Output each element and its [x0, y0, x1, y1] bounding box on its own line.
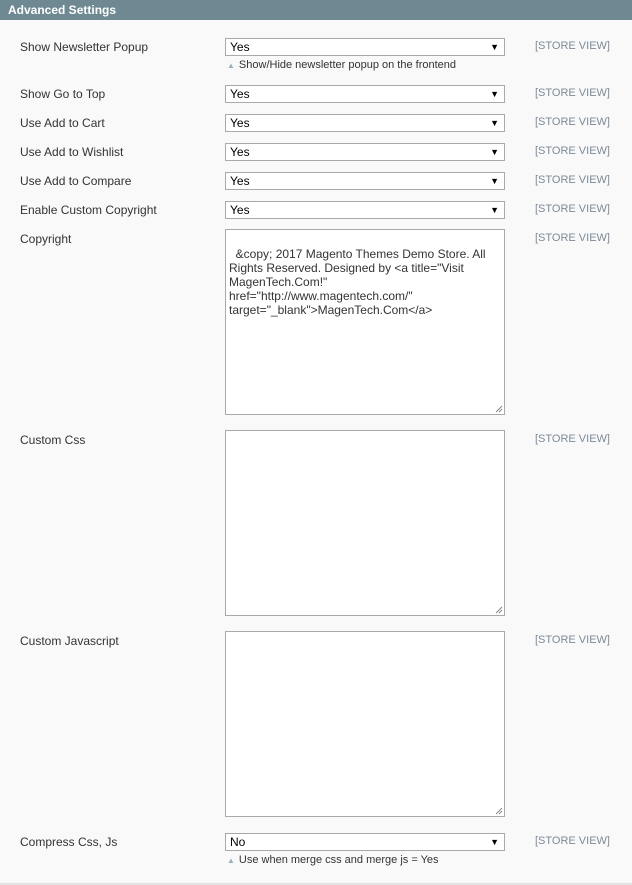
section-title: Advanced Settings — [8, 3, 117, 17]
resize-handle-icon[interactable] — [495, 606, 503, 614]
chevron-down-icon: ▼ — [490, 205, 499, 215]
select-compress[interactable]: No ▼ — [225, 833, 505, 851]
label-add-to-wishlist: Use Add to Wishlist — [20, 145, 124, 159]
scope-label: [STORE VIEW] — [535, 232, 610, 244]
section-header-advanced-settings[interactable]: Advanced Settings — [0, 0, 632, 20]
select-add-to-wishlist[interactable]: Yes ▼ — [225, 143, 505, 161]
scope-label: [STORE VIEW] — [535, 174, 610, 186]
select-value: Yes — [230, 174, 250, 188]
textarea-custom-javascript[interactable] — [225, 631, 505, 817]
scope-label: [STORE VIEW] — [535, 87, 610, 99]
field-note: ▲ Show/Hide newsletter popup on the front… — [227, 59, 456, 71]
select-custom-copyright[interactable]: Yes ▼ — [225, 201, 505, 219]
select-go-to-top[interactable]: Yes ▼ — [225, 85, 505, 103]
label-copyright: Copyright — [20, 232, 72, 246]
label-custom-css: Custom Css — [20, 433, 86, 447]
label-newsletter-popup: Show Newsletter Popup — [20, 40, 149, 54]
select-value: Yes — [230, 40, 250, 54]
scope-label: [STORE VIEW] — [535, 634, 610, 646]
chevron-down-icon: ▼ — [490, 42, 499, 52]
scope-label: [STORE VIEW] — [535, 835, 610, 847]
scope-label: [STORE VIEW] — [535, 116, 610, 128]
select-value: Yes — [230, 116, 250, 130]
select-add-to-compare[interactable]: Yes ▼ — [225, 172, 505, 190]
select-newsletter-popup[interactable]: Yes ▼ — [225, 38, 505, 56]
triangle-up-icon: ▲ — [227, 856, 235, 865]
textarea-custom-css[interactable] — [225, 430, 505, 616]
note-text: Show/Hide newsletter popup on the fronte… — [238, 59, 457, 71]
resize-handle-icon[interactable] — [495, 405, 503, 413]
label-compress: Compress Css, Js — [20, 835, 118, 849]
scope-label: [STORE VIEW] — [535, 203, 610, 215]
scope-label: [STORE VIEW] — [535, 433, 610, 445]
select-value: Yes — [230, 145, 250, 159]
select-value: Yes — [230, 203, 250, 217]
label-custom-copyright: Enable Custom Copyright — [20, 203, 157, 217]
label-custom-javascript: Custom Javascript — [20, 634, 119, 648]
field-note: ▲ Use when merge css and merge js = Yes — [227, 854, 439, 866]
textarea-copyright[interactable]: &copy; 2017 Magento Themes Demo Store. A… — [225, 229, 505, 415]
note-text: Use when merge css and merge js = Yes — [238, 854, 439, 866]
triangle-up-icon: ▲ — [227, 61, 235, 70]
resize-handle-icon[interactable] — [495, 807, 503, 815]
scope-label: [STORE VIEW] — [535, 145, 610, 157]
chevron-down-icon: ▼ — [490, 147, 499, 157]
chevron-down-icon: ▼ — [490, 837, 499, 847]
textarea-value: &copy; 2017 Magento Themes Demo Store. A… — [229, 247, 489, 317]
label-add-to-compare: Use Add to Compare — [20, 174, 132, 188]
label-go-to-top: Show Go to Top — [20, 87, 106, 101]
select-value: No — [230, 835, 246, 849]
chevron-down-icon: ▼ — [490, 118, 499, 128]
chevron-down-icon: ▼ — [490, 89, 499, 99]
select-value: Yes — [230, 87, 250, 101]
chevron-down-icon: ▼ — [490, 176, 499, 186]
label-add-to-cart: Use Add to Cart — [20, 116, 105, 130]
scope-label: [STORE VIEW] — [535, 40, 610, 52]
select-add-to-cart[interactable]: Yes ▼ — [225, 114, 505, 132]
